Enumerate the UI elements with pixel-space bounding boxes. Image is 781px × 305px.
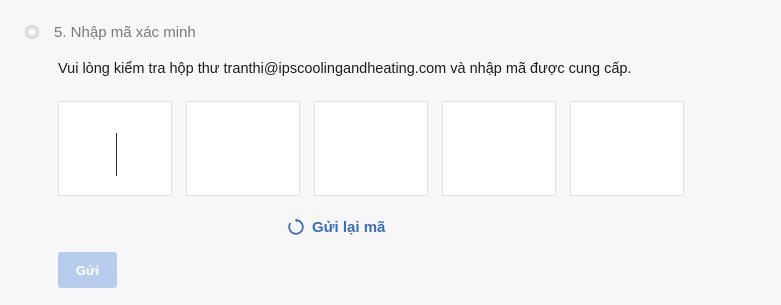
step-title: 5. Nhập mã xác minh — [54, 23, 196, 41]
code-digit-input-1[interactable] — [58, 101, 172, 196]
verification-code-inputs — [58, 101, 684, 196]
code-digit-input-3[interactable] — [314, 101, 428, 196]
code-digit-input-2[interactable] — [186, 101, 300, 196]
step-header: 5. Nhập mã xác minh — [25, 20, 196, 44]
submit-button[interactable]: Gửi — [58, 252, 117, 288]
resend-code-label: Gửi lại mã — [312, 218, 386, 236]
refresh-icon — [288, 218, 304, 235]
code-digit-input-4[interactable] — [442, 101, 556, 196]
text-caret — [116, 133, 117, 176]
code-digit-input-5[interactable] — [570, 101, 684, 196]
instruction-text: Vui lòng kiểm tra hộp thư tranthi@ipscoo… — [58, 61, 632, 77]
step-status-radio-dot — [28, 28, 36, 36]
resend-code-link[interactable]: Gửi lại mã — [287, 218, 385, 236]
step-status-radio-icon — [25, 25, 39, 39]
